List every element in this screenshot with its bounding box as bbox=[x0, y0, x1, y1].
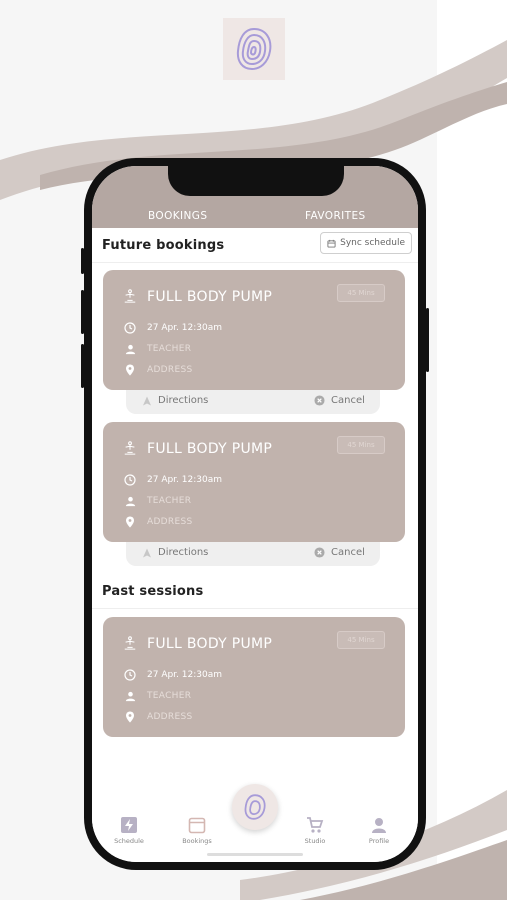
future-bookings-title: Future bookings bbox=[102, 238, 225, 253]
past-session-card[interactable]: FULL BODY PUMP 45 Mins 27 Apr. 12:30am T… bbox=[103, 617, 405, 737]
profile-icon bbox=[372, 818, 386, 833]
session-address: ADDRESS bbox=[147, 712, 193, 722]
power-button bbox=[426, 308, 429, 372]
nav-profile-label: Profile bbox=[368, 837, 390, 845]
nav-studio[interactable]: Studio bbox=[290, 816, 340, 845]
navigation-arrow-icon bbox=[143, 548, 151, 557]
address-row: ADDRESS bbox=[123, 710, 192, 724]
class-title: FULL BODY PUMP bbox=[147, 636, 273, 652]
section-divider bbox=[92, 262, 418, 263]
class-title: FULL BODY PUMP bbox=[147, 441, 273, 457]
fingerprint-swirl-logo bbox=[236, 27, 272, 71]
shopping-cart-icon bbox=[307, 817, 324, 833]
directions-label: Directions bbox=[158, 395, 209, 406]
booking-address: ADDRESS bbox=[147, 365, 193, 375]
person-icon bbox=[123, 494, 137, 508]
nav-schedule-label: Schedule bbox=[114, 837, 144, 845]
cancel-label: Cancel bbox=[331, 547, 365, 558]
bottom-navigation: Schedule Bookings Studio Profile bbox=[92, 784, 418, 862]
home-logo-button[interactable] bbox=[232, 784, 278, 830]
booking-actions: Directions Cancel bbox=[126, 390, 380, 414]
person-icon bbox=[123, 342, 137, 356]
person-icon bbox=[123, 689, 137, 703]
volume-down-button bbox=[81, 344, 84, 388]
booking-card[interactable]: FULL BODY PUMP 45 Mins 27 Apr. 12:30am T… bbox=[103, 422, 405, 542]
clock-icon bbox=[123, 321, 137, 335]
calendar-icon bbox=[327, 239, 336, 248]
yoga-class-icon bbox=[123, 441, 137, 455]
duration-badge: 45 Mins bbox=[337, 284, 385, 302]
class-title: FULL BODY PUMP bbox=[147, 289, 273, 305]
close-circle-icon bbox=[314, 547, 325, 558]
yoga-class-icon bbox=[123, 289, 137, 303]
directions-button[interactable]: Directions bbox=[142, 395, 208, 406]
clock-icon bbox=[123, 668, 137, 682]
mute-switch bbox=[81, 248, 84, 274]
teacher-row: TEACHER bbox=[123, 689, 191, 703]
booking-actions: Directions Cancel bbox=[126, 542, 380, 566]
app-logo bbox=[223, 18, 285, 80]
directions-button[interactable]: Directions bbox=[142, 547, 208, 558]
location-pin-icon bbox=[123, 710, 137, 724]
close-circle-icon bbox=[314, 395, 325, 406]
nav-studio-label: Studio bbox=[304, 837, 326, 845]
session-datetime: 27 Apr. 12:30am bbox=[147, 670, 222, 680]
datetime-row: 27 Apr. 12:30am bbox=[123, 473, 222, 487]
cancel-label: Cancel bbox=[331, 395, 365, 406]
booking-card[interactable]: FULL BODY PUMP 45 Mins 27 Apr. 12:30am T… bbox=[103, 270, 405, 390]
navigation-arrow-icon bbox=[143, 396, 151, 405]
nav-schedule[interactable]: Schedule bbox=[104, 816, 154, 845]
datetime-row: 27 Apr. 12:30am bbox=[123, 321, 222, 335]
datetime-row: 27 Apr. 12:30am bbox=[123, 668, 222, 682]
clock-icon bbox=[123, 473, 137, 487]
top-tab-bar: BOOKINGS FAVORITES bbox=[92, 166, 418, 228]
teacher-row: TEACHER bbox=[123, 342, 191, 356]
yoga-class-icon bbox=[123, 636, 137, 650]
booking-teacher: TEACHER bbox=[147, 496, 192, 506]
home-indicator bbox=[207, 853, 303, 856]
fingerprint-swirl-logo bbox=[244, 794, 266, 820]
volume-up-button bbox=[81, 290, 84, 334]
directions-label: Directions bbox=[158, 547, 209, 558]
lightning-icon bbox=[121, 817, 137, 833]
duration-badge: 45 Mins bbox=[337, 436, 385, 454]
location-pin-icon bbox=[123, 363, 137, 377]
session-teacher: TEACHER bbox=[147, 691, 192, 701]
cancel-button[interactable]: Cancel bbox=[314, 547, 365, 558]
phone-frame: BOOKINGS FAVORITES Future bookings Sync … bbox=[81, 158, 429, 870]
address-row: ADDRESS bbox=[123, 515, 192, 529]
booking-datetime: 27 Apr. 12:30am bbox=[147, 323, 222, 333]
booking-datetime: 27 Apr. 12:30am bbox=[147, 475, 222, 485]
phone-notch bbox=[168, 166, 344, 196]
booking-teacher: TEACHER bbox=[147, 344, 192, 354]
cancel-button[interactable]: Cancel bbox=[314, 395, 365, 406]
booking-address: ADDRESS bbox=[147, 517, 193, 527]
nav-profile[interactable]: Profile bbox=[354, 816, 404, 845]
past-sessions-title: Past sessions bbox=[102, 584, 204, 599]
app-screen: BOOKINGS FAVORITES Future bookings Sync … bbox=[92, 166, 418, 862]
nav-bookings-label: Bookings bbox=[182, 837, 212, 845]
tab-favorites[interactable]: FAVORITES bbox=[305, 210, 366, 222]
location-pin-icon bbox=[123, 515, 137, 529]
section-divider bbox=[92, 608, 418, 609]
nav-bookings[interactable]: Bookings bbox=[172, 816, 222, 845]
teacher-row: TEACHER bbox=[123, 494, 191, 508]
sync-schedule-label: Sync schedule bbox=[340, 238, 405, 248]
tab-bookings[interactable]: BOOKINGS bbox=[148, 210, 207, 222]
calendar-icon bbox=[188, 817, 206, 834]
sync-schedule-button[interactable]: Sync schedule bbox=[320, 232, 412, 254]
address-row: ADDRESS bbox=[123, 363, 192, 377]
duration-badge: 45 Mins bbox=[337, 631, 385, 649]
